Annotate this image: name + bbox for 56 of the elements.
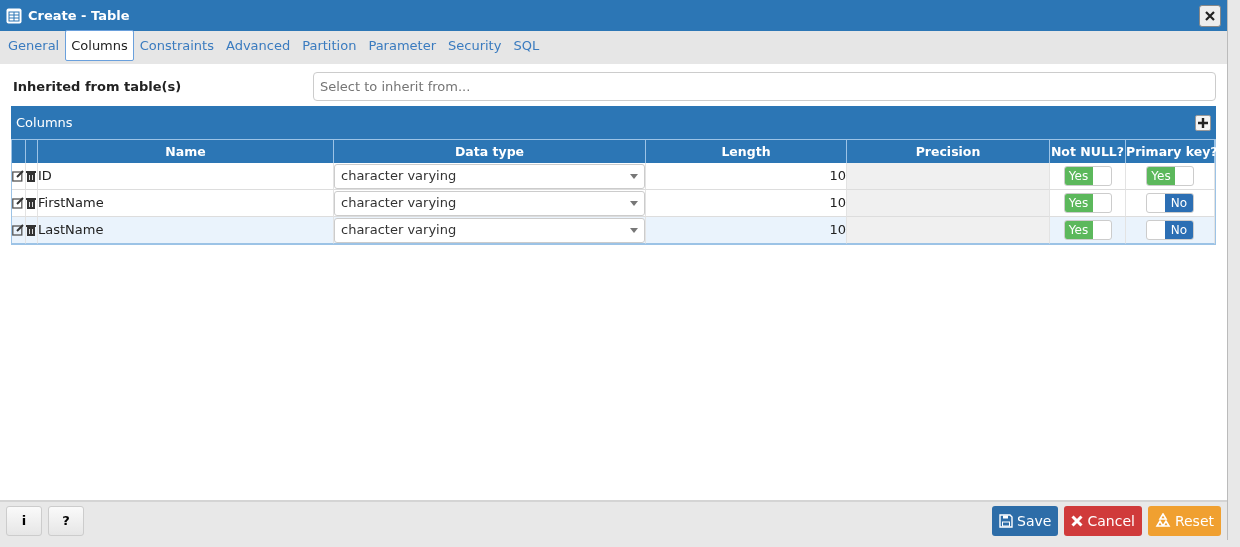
caret-icon xyxy=(630,200,638,206)
tab[interactable]: Partition xyxy=(296,29,363,61)
tab[interactable]: Constraints xyxy=(133,29,220,61)
table-cell-text: 10 xyxy=(829,194,846,213)
close-button[interactable] xyxy=(1199,4,1221,27)
edit-icon[interactable] xyxy=(12,224,24,236)
table-row-cell[interactable]: LastName xyxy=(38,217,334,244)
close-icon xyxy=(1071,515,1084,527)
toggle-switch[interactable]: Yes xyxy=(1146,166,1194,186)
tab[interactable]: Security xyxy=(442,29,508,61)
toggle-switch[interactable]: No xyxy=(1146,193,1194,213)
table-cell-text: 10 xyxy=(829,167,846,186)
column-header: Length xyxy=(646,140,847,163)
column-header: Primary key? xyxy=(1126,140,1215,163)
trash-icon[interactable] xyxy=(26,197,36,209)
table-cell-text: LastName xyxy=(38,221,104,240)
info-button[interactable]: i xyxy=(6,506,42,536)
tab[interactable]: Parameter xyxy=(362,29,443,61)
tab[interactable]: Columns xyxy=(65,29,134,61)
type-dropdown[interactable]: character varying xyxy=(334,190,645,216)
edit-icon[interactable] xyxy=(12,170,24,182)
trash-icon[interactable] xyxy=(26,170,36,182)
tab[interactable]: SQL xyxy=(507,29,546,61)
toggle-switch[interactable]: No xyxy=(1146,220,1194,240)
tab[interactable]: Advanced xyxy=(220,29,297,61)
type-dropdown[interactable]: character varying xyxy=(334,163,645,189)
column-header: Name xyxy=(38,140,334,163)
table-icon xyxy=(6,7,22,24)
cancel-button[interactable]: Cancel xyxy=(1064,506,1142,536)
type-dropdown[interactable]: character varying xyxy=(334,217,645,243)
window-title: Create - Table xyxy=(28,6,130,25)
close-icon xyxy=(1205,10,1215,21)
field-label: Inherited from table(s) xyxy=(12,77,183,96)
caret-icon xyxy=(630,227,638,233)
toggle-switch[interactable]: Yes xyxy=(1063,166,1112,186)
table-cell-text: ID xyxy=(38,167,52,186)
table-row-cell[interactable]: ID xyxy=(38,163,334,190)
toggle-switch[interactable]: Yes xyxy=(1063,220,1112,240)
column-header: Not NULL? xyxy=(1050,140,1126,163)
toggle-switch[interactable]: Yes xyxy=(1063,193,1112,213)
column-header: Precision xyxy=(847,140,1050,163)
panel-title: Columns xyxy=(16,113,73,132)
column-header: Data type xyxy=(334,140,646,163)
floppy-icon xyxy=(999,514,1014,528)
save-button[interactable]: Save xyxy=(992,506,1059,536)
edit-icon[interactable] xyxy=(12,197,24,209)
plus-icon xyxy=(1198,117,1208,128)
help-button[interactable]: ? xyxy=(48,506,84,536)
trash-icon[interactable] xyxy=(26,224,36,236)
table-cell-text: FirstName xyxy=(38,194,104,213)
table-row-cell[interactable]: FirstName xyxy=(38,190,334,217)
inherit-select[interactable]: Select to inherit from... xyxy=(313,72,1216,101)
table-cell-text: 10 xyxy=(829,221,846,240)
tab[interactable]: General xyxy=(2,29,66,61)
caret-icon xyxy=(630,173,638,179)
add-button[interactable] xyxy=(1195,114,1211,131)
